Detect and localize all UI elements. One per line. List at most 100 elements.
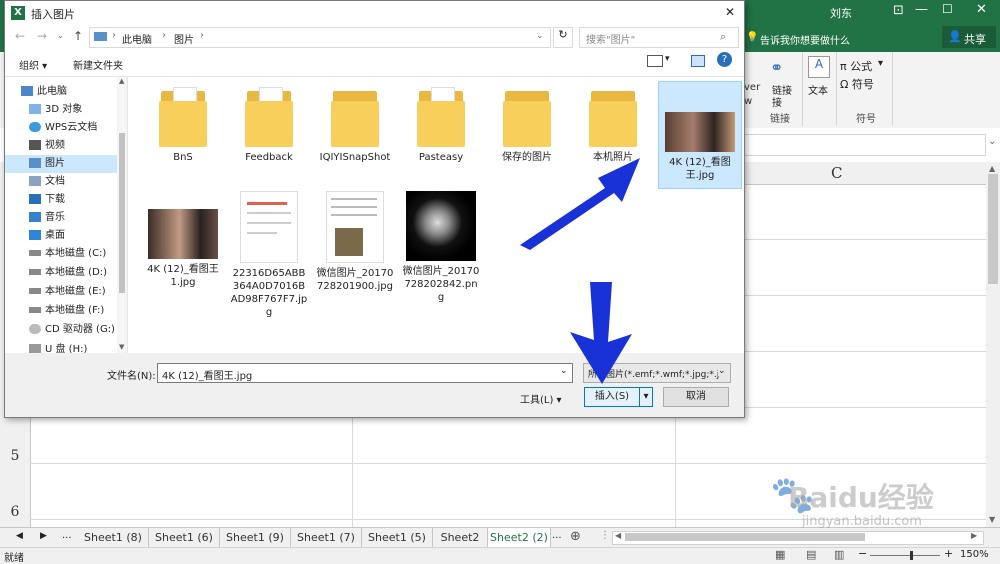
tab-splitter-icon[interactable]: ⋮ <box>600 530 610 541</box>
zoom-level[interactable]: 150% <box>960 549 989 560</box>
tree-label: 3D 对象 <box>45 104 83 115</box>
formula-input[interactable] <box>744 134 986 156</box>
baidu-watermark: 🐾 Baidu经验 jingyan.baidu.com <box>770 470 990 530</box>
user-name[interactable]: 刘东 <box>830 5 852 21</box>
page-break-icon[interactable]: ▥ <box>834 548 844 561</box>
tree-item-this-pc[interactable]: 此电脑 <box>5 83 117 101</box>
file-item-selected-image[interactable]: 4K (12)_看图王.jpg <box>658 81 742 189</box>
insert-dropdown-icon[interactable]: ▾ <box>639 387 653 407</box>
tree-scroll-down-icon[interactable]: ▼ <box>119 343 124 351</box>
new-folder-button[interactable]: 新建文件夹 <box>73 57 123 72</box>
filetype-dropdown-icon[interactable]: ⌄ <box>718 366 726 376</box>
back-icon[interactable]: ← <box>15 29 25 43</box>
more-sheets-left[interactable]: ... <box>62 530 72 541</box>
scroll-up-icon[interactable]: ▲ <box>989 164 995 173</box>
link-button[interactable]: ⚭ 链接 接 <box>766 58 794 109</box>
zoom-in-icon[interactable]: + <box>944 547 953 560</box>
address-dropdown-icon[interactable]: ⌄ <box>536 31 544 41</box>
file-item-image[interactable]: 微信图片_20170728202842.png <box>402 191 480 304</box>
text-button[interactable]: A 文本 <box>806 56 834 106</box>
tools-button[interactable]: 工具(L) ▾ <box>520 391 562 406</box>
tree-item-desktop[interactable]: 桌面 <box>5 227 117 245</box>
tree-item-cd-drive[interactable]: CD 驱动器 (G:) <box>5 321 117 339</box>
scroll-left-icon[interactable]: ◀ <box>615 531 621 540</box>
view-options-icon[interactable] <box>647 55 663 67</box>
preview-pane-icon[interactable] <box>691 55 705 67</box>
tree-item-drive-c[interactable]: 本地磁盘 (C:) <box>5 245 117 263</box>
zoom-out-icon[interactable]: − <box>858 547 867 560</box>
horizontal-scrollbar[interactable]: ◀ ▶ <box>612 531 984 545</box>
sheet-tab[interactable]: Sheet1 (8) <box>78 528 149 547</box>
expand-formula-icon[interactable]: ⌄ <box>988 136 996 147</box>
tree-item-downloads[interactable]: 下载 <box>5 191 117 209</box>
file-item-folder[interactable]: Pasteasy <box>402 87 480 164</box>
dialog-close-icon[interactable]: ✕ <box>725 5 735 19</box>
file-name: 微信图片_20170728202842.png <box>402 266 480 303</box>
tree-scrollbar[interactable]: ▲ ▼ <box>117 77 127 353</box>
minimize-icon[interactable]: — <box>915 2 928 17</box>
file-item-image[interactable]: 4K (12)_看图王1.jpg <box>144 209 222 289</box>
tree-item-pictures[interactable]: 图片 <box>5 155 117 173</box>
tree-item-drive-f[interactable]: 本地磁盘 (F:) <box>5 302 117 320</box>
sheet-tab[interactable]: Sheet2 <box>433 528 488 547</box>
tree-scroll-up-icon[interactable]: ▲ <box>119 77 124 85</box>
file-item-folder[interactable]: IQIYISnapShot <box>316 87 394 164</box>
close-icon[interactable]: ✕ <box>976 2 987 17</box>
ribbon-display-icon[interactable]: ⊡ <box>893 3 904 18</box>
file-item-image[interactable]: 22316D65ABB364A0D7016BAD98F767F7.jpg <box>230 191 308 319</box>
refresh-icon[interactable]: ↻ <box>553 27 573 48</box>
forward-icon[interactable]: → <box>37 29 47 43</box>
file-item-image[interactable]: 微信图片_20170728201900.jpg <box>316 191 394 293</box>
tree-item-drive-e[interactable]: 本地磁盘 (E:) <box>5 283 117 301</box>
tree-item-drive-d[interactable]: 本地磁盘 (D:) <box>5 264 117 282</box>
tree-item-usb[interactable]: U 盘 (H:) <box>5 341 117 353</box>
search-icon[interactable]: ⌕ <box>720 30 726 44</box>
tell-me-box[interactable]: 告诉我你想要做什么 <box>760 32 850 47</box>
sheet-tab[interactable]: Sheet1 (7) <box>291 528 362 547</box>
normal-view-icon[interactable]: ▦ <box>775 548 785 561</box>
tree-scroll-thumb[interactable] <box>119 133 125 293</box>
insert-button[interactable]: 插入(S) <box>584 387 640 407</box>
page-layout-icon[interactable]: ▤ <box>806 548 816 561</box>
help-icon[interactable]: ? <box>717 52 732 67</box>
prev-sheet-icon[interactable]: ◀ <box>16 531 23 541</box>
breadcrumb-item[interactable]: 此电脑 <box>122 31 152 46</box>
tree-item-music[interactable]: 音乐 <box>5 209 117 227</box>
next-sheet-icon[interactable]: ▶ <box>40 531 47 541</box>
breadcrumb-item[interactable]: 图片 <box>174 31 194 46</box>
sheet-tab[interactable]: Sheet1 (6) <box>149 528 220 547</box>
zoom-slider-thumb[interactable] <box>910 551 913 560</box>
equation-dropdown-icon[interactable]: ▾ <box>878 58 883 69</box>
row-number[interactable]: 5 <box>0 448 30 464</box>
file-item-folder[interactable]: BnS <box>144 87 222 164</box>
tree-item-documents[interactable]: 文档 <box>5 173 117 191</box>
share-button[interactable]: 👤 共享 <box>942 26 996 48</box>
view-dropdown-icon[interactable]: ▾ <box>665 54 670 64</box>
up-icon[interactable]: ↑ <box>73 29 83 43</box>
tree-item-3d-objects[interactable]: 3D 对象 <box>5 101 117 119</box>
equation-button[interactable]: π 公式 <box>840 58 872 74</box>
address-bar[interactable]: › 此电脑 › 图片 › ⌄ <box>89 27 551 48</box>
column-header-c[interactable]: C <box>831 164 842 182</box>
cancel-button[interactable]: 取消 <box>663 387 729 407</box>
file-item-folder[interactable]: Feedback <box>230 87 308 164</box>
sheet-tab[interactable]: Sheet1 (9) <box>220 528 291 547</box>
search-box[interactable]: 搜索"图片" ⌕ <box>579 27 739 48</box>
scroll-thumb[interactable] <box>988 174 998 284</box>
sheet-tab[interactable]: Sheet1 (5) <box>362 528 433 547</box>
zoom-slider[interactable] <box>870 555 940 556</box>
tree-item-videos[interactable]: 视频 <box>5 137 117 155</box>
symbol-button[interactable]: Ω 符号 <box>840 76 874 92</box>
desktop-icon <box>29 230 41 240</box>
add-sheet-icon[interactable]: ⊕ <box>570 529 581 544</box>
maximize-icon[interactable]: ☐ <box>942 2 953 16</box>
tree-item-wps-cloud[interactable]: WPS云文档 <box>5 119 117 137</box>
scroll-right-icon[interactable]: ▶ <box>971 531 977 540</box>
hscroll-thumb[interactable] <box>625 533 865 541</box>
recent-dropdown-icon[interactable]: ⌄ <box>57 31 64 40</box>
organize-button[interactable]: 组织 ▾ <box>19 57 47 72</box>
more-sheets-right[interactable]: ... <box>552 530 562 541</box>
row-number[interactable]: 6 <box>0 504 30 520</box>
sheet-tab-active[interactable]: Sheet2 (2) <box>488 528 551 549</box>
filename-input[interactable]: 4K (12)_看图王.jpg ⌄ <box>157 363 573 383</box>
